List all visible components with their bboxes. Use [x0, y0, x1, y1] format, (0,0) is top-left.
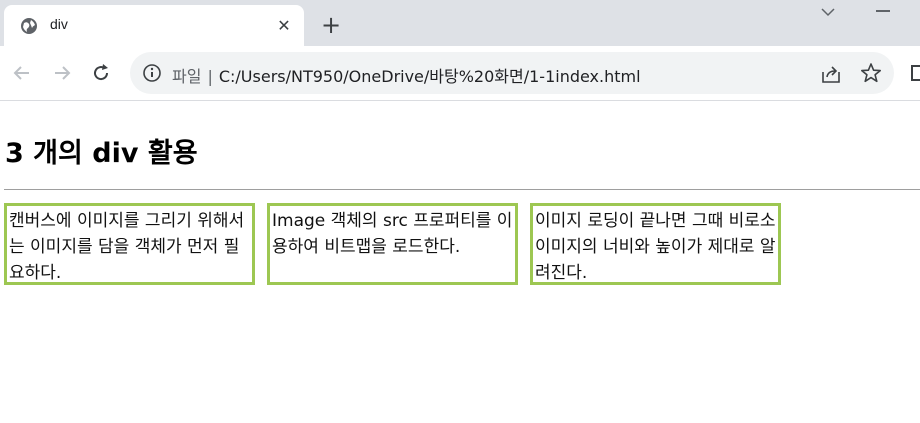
url-scheme-label: 파일 [172, 67, 202, 86]
page-heading: 3 개의 div 활용 [5, 138, 198, 169]
horizontal-rule [4, 189, 920, 190]
browser-tab[interactable]: div ✕ [4, 5, 304, 46]
content-box-2: Image 객체의 src 프로퍼티를 이용하여 비트맵을 로드한다. [267, 203, 518, 285]
info-icon[interactable] [142, 63, 162, 83]
minimize-button[interactable] [876, 10, 890, 12]
address-bar[interactable]: 파일 | C:/Users/NT950/OneDrive/바탕%20화면/1-1in… [130, 52, 894, 94]
tab-strip: div ✕ + [0, 0, 920, 46]
share-icon[interactable] [820, 63, 842, 85]
reload-icon[interactable] [91, 63, 111, 83]
content-box-3: 이미지 로딩이 끝나면 그때 비로소 이미지의 너비와 높이가 제대로 알려진다… [530, 203, 781, 285]
url-text[interactable]: 파일 | C:/Users/NT950/OneDrive/바탕%20화면/1-1in… [172, 63, 641, 87]
new-tab-button[interactable]: + [318, 13, 344, 39]
content-box-1: 캔버스에 이미지를 그리기 위해서는 이미지를 담을 객체가 먼저 필요하다. [4, 203, 255, 285]
url-path: C:/Users/NT950/OneDrive/바탕%20화면/1-1index… [218, 67, 641, 86]
browser-toolbar: 파일 | C:/Users/NT950/OneDrive/바탕%20화면/1-1in… [0, 46, 920, 101]
url-separator: | [207, 67, 213, 86]
tab-title: div [50, 16, 68, 32]
star-icon[interactable] [860, 62, 882, 84]
back-arrow-icon[interactable] [12, 63, 32, 83]
extensions-icon[interactable] [910, 65, 920, 81]
forward-arrow-icon[interactable] [52, 63, 72, 83]
page-content: 3 개의 div 활용 캔버스에 이미지를 그리기 위해서는 이미지를 담을 객… [0, 101, 920, 423]
globe-icon [21, 18, 37, 34]
close-tab-icon[interactable]: ✕ [274, 16, 294, 36]
chevron-down-icon[interactable] [818, 4, 838, 20]
